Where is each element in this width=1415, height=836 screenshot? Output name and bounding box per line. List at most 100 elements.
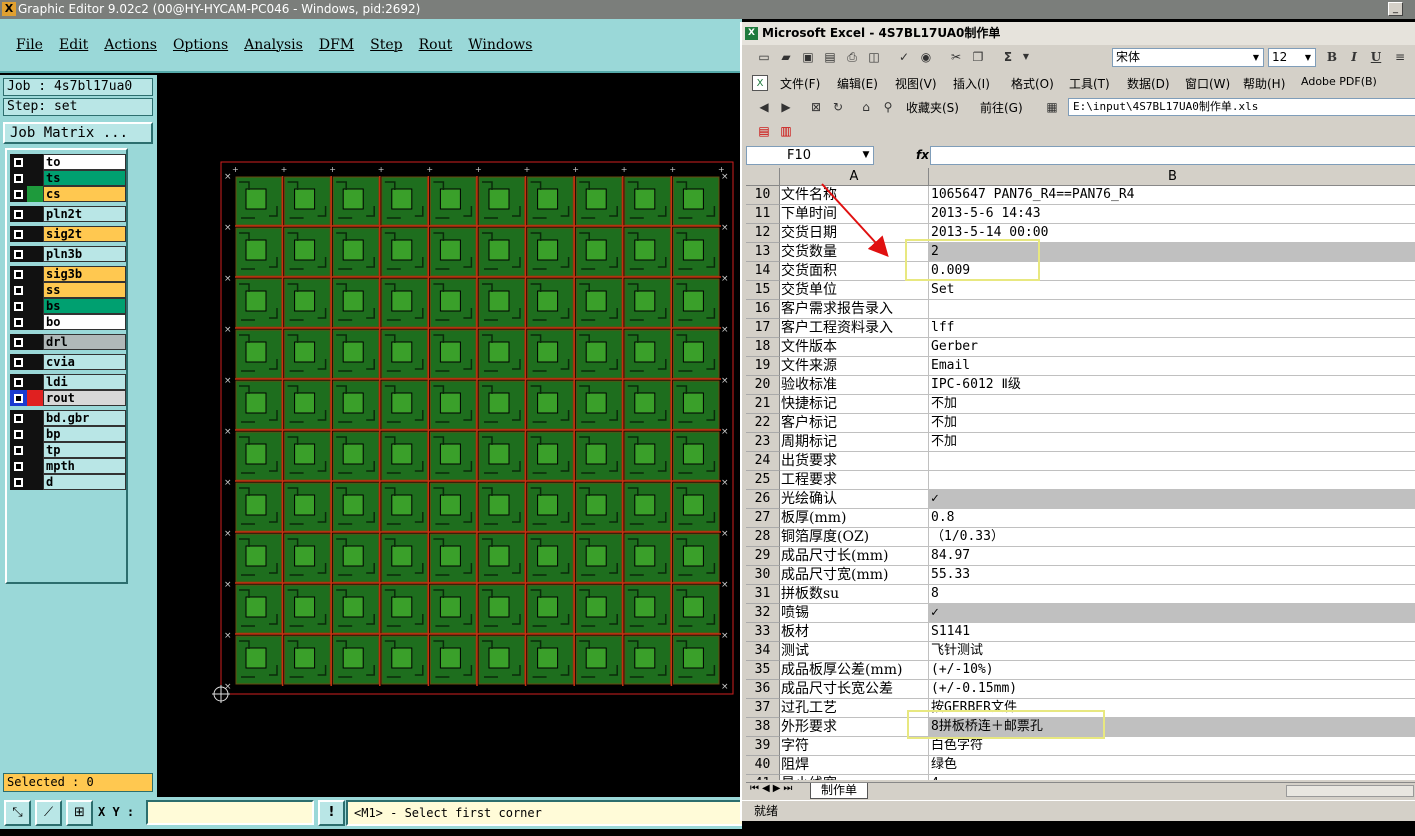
- cell-a[interactable]: 成品尺寸长(mm): [780, 547, 929, 566]
- minimize-button[interactable]: _: [1388, 2, 1403, 16]
- layer-name[interactable]: tp: [43, 442, 126, 458]
- excel-menu-window[interactable]: 窗口(W): [1185, 75, 1230, 92]
- cell-a[interactable]: 拼板数su: [780, 585, 929, 604]
- cell-b[interactable]: 不加: [929, 414, 1415, 433]
- show-web-toolbar-icon[interactable]: ▦: [1044, 99, 1060, 115]
- align-left-icon[interactable]: ≡: [1392, 49, 1408, 65]
- row-number[interactable]: 34: [746, 642, 780, 661]
- layer-color-swatch[interactable]: [27, 206, 43, 222]
- excel-menu-data[interactable]: 数据(D): [1127, 75, 1170, 92]
- cell-b[interactable]: IPC-6012 Ⅱ级: [929, 376, 1415, 395]
- row-number[interactable]: 36: [746, 680, 780, 699]
- cut-icon[interactable]: ✂: [948, 49, 964, 65]
- layer-name[interactable]: bp: [43, 426, 126, 442]
- layer-color-swatch[interactable]: [27, 474, 43, 490]
- autosum-dropdown-icon[interactable]: ▼: [1018, 49, 1034, 65]
- permission-icon[interactable]: ▤: [822, 49, 838, 65]
- row-number[interactable]: 31: [746, 585, 780, 604]
- cell-b[interactable]: （1/0.33）: [929, 528, 1415, 547]
- row-number[interactable]: 17: [746, 319, 780, 338]
- cell-a[interactable]: 最小线宽: [780, 775, 929, 780]
- excel-menu-format[interactable]: 格式(O): [1011, 75, 1054, 92]
- layer-color-swatch[interactable]: [27, 390, 43, 406]
- layer-checkbox[interactable]: [10, 154, 27, 170]
- layer-color-swatch[interactable]: [27, 170, 43, 186]
- layer-checkbox[interactable]: [10, 206, 27, 222]
- row-number[interactable]: 33: [746, 623, 780, 642]
- new-icon[interactable]: ▭: [756, 49, 772, 65]
- layer-checkbox[interactable]: [10, 298, 27, 314]
- layer-color-swatch[interactable]: [27, 354, 43, 370]
- layer-row-ts[interactable]: ts: [9, 170, 126, 186]
- italic-icon[interactable]: I: [1346, 49, 1362, 65]
- layer-color-swatch[interactable]: [27, 458, 43, 474]
- row-number[interactable]: 19: [746, 357, 780, 376]
- cell-b[interactable]: 2: [929, 243, 1415, 262]
- layer-name[interactable]: sig2t: [43, 226, 126, 242]
- cell-a[interactable]: 交货单位: [780, 281, 929, 300]
- menu-file[interactable]: File: [16, 37, 43, 53]
- menu-step[interactable]: Step: [370, 37, 402, 53]
- column-header-b[interactable]: B: [929, 168, 1415, 186]
- cell-b[interactable]: 8拼板桥连＋邮票孔: [929, 718, 1415, 737]
- autosum-icon[interactable]: Σ: [1000, 49, 1016, 65]
- research-icon[interactable]: ◉: [918, 49, 934, 65]
- layer-color-swatch[interactable]: [27, 410, 43, 426]
- search-web-icon[interactable]: ⚲: [880, 99, 896, 115]
- row-number[interactable]: 26: [746, 490, 780, 509]
- layer-checkbox[interactable]: [10, 442, 27, 458]
- workbook-icon[interactable]: X: [752, 75, 768, 91]
- favorites-menu[interactable]: 收藏夹(S): [906, 99, 959, 116]
- layer-checkbox[interactable]: [10, 314, 27, 330]
- print-icon[interactable]: ⎙: [844, 49, 860, 65]
- alert-icon[interactable]: !: [318, 800, 345, 826]
- layer-row-drl[interactable]: drl: [9, 334, 126, 350]
- forward-icon[interactable]: ▶: [778, 99, 794, 115]
- cell-b[interactable]: 绿色: [929, 756, 1415, 775]
- layer-row-mpth[interactable]: mpth: [9, 458, 126, 474]
- graphics-canvas[interactable]: + + + + + + + + + + + × × × × × × × × × × × × × × × × × × × × × ×: [157, 75, 742, 799]
- layer-name[interactable]: ss: [43, 282, 126, 298]
- layer-checkbox[interactable]: [10, 354, 27, 370]
- xy-input[interactable]: [146, 800, 314, 825]
- cell-a[interactable]: 外形要求: [780, 718, 929, 737]
- cell-b[interactable]: lff: [929, 319, 1415, 338]
- underline-icon[interactable]: U: [1368, 49, 1384, 65]
- cell-a[interactable]: 文件版本: [780, 338, 929, 357]
- font-size-select[interactable]: 12 ▼: [1268, 48, 1316, 67]
- row-number[interactable]: 16: [746, 300, 780, 319]
- cell-a[interactable]: 板厚(mm): [780, 509, 929, 528]
- cell-a[interactable]: 客户工程资料录入: [780, 319, 929, 338]
- spelling-icon[interactable]: ✓: [896, 49, 912, 65]
- cell-a[interactable]: 光绘确认: [780, 490, 929, 509]
- row-number[interactable]: 14: [746, 262, 780, 281]
- row-number[interactable]: 23: [746, 433, 780, 452]
- cell-a[interactable]: 成品板厚公差(mm): [780, 661, 929, 680]
- cell-b[interactable]: 0.8: [929, 509, 1415, 528]
- cell-b[interactable]: (+/-10%): [929, 661, 1415, 680]
- cell-a[interactable]: 铜箔厚度(OZ): [780, 528, 929, 547]
- cell-b[interactable]: 2013-5-6 14:43: [929, 205, 1415, 224]
- row-number[interactable]: 11: [746, 205, 780, 224]
- cell-b[interactable]: 白色字符: [929, 737, 1415, 756]
- layer-checkbox[interactable]: [10, 282, 27, 298]
- zoom-fit-icon[interactable]: ⤡: [4, 800, 31, 826]
- menu-options[interactable]: Options: [173, 37, 228, 53]
- row-number[interactable]: 22: [746, 414, 780, 433]
- row-number[interactable]: 41: [746, 775, 780, 780]
- goto-menu[interactable]: 前往(G): [980, 99, 1023, 116]
- layer-row-cvia[interactable]: cvia: [9, 354, 126, 370]
- home-icon[interactable]: ⌂: [858, 99, 874, 115]
- layer-color-swatch[interactable]: [27, 334, 43, 350]
- cell-a[interactable]: 交货面积: [780, 262, 929, 281]
- layer-checkbox[interactable]: [10, 410, 27, 426]
- layer-row-cs[interactable]: cs: [9, 186, 126, 202]
- row-number[interactable]: 30: [746, 566, 780, 585]
- layer-color-swatch[interactable]: [27, 186, 43, 202]
- layer-row-to[interactable]: to: [9, 154, 126, 170]
- excel-menu-edit[interactable]: 编辑(E): [837, 75, 878, 92]
- row-number[interactable]: 15: [746, 281, 780, 300]
- cell-a[interactable]: 工程要求: [780, 471, 929, 490]
- layer-name[interactable]: d: [43, 474, 126, 490]
- row-number[interactable]: 32: [746, 604, 780, 623]
